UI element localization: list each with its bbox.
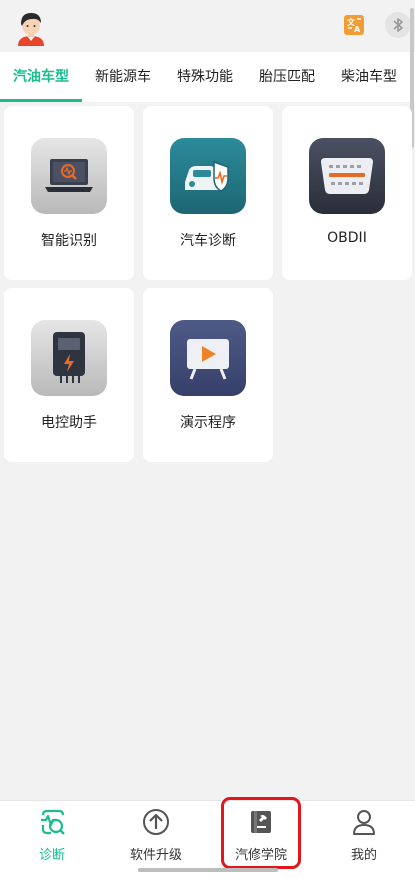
tab-diesel[interactable]: 柴油车型 xyxy=(328,52,410,102)
nav-mine[interactable]: 我的 xyxy=(314,801,414,873)
vehicle-type-tabs: 汽油车型 新能源车 特殊功能 胎压匹配 柴油车型 xyxy=(0,52,415,102)
tab-new-energy[interactable]: 新能源车 xyxy=(82,52,164,102)
bluetooth-icon[interactable] xyxy=(385,12,411,38)
nav-label: 软件升级 xyxy=(129,848,182,863)
top-bar: 文 A xyxy=(0,0,415,52)
tab-special-functions[interactable]: 特殊功能 xyxy=(164,52,246,102)
card-obdii[interactable]: OBDII xyxy=(282,106,412,280)
play-screen-icon xyxy=(170,320,246,396)
upgrade-arrow-icon xyxy=(143,809,169,835)
card-demo-program[interactable]: 演示程序 xyxy=(143,288,273,462)
user-avatar-icon[interactable] xyxy=(14,10,48,46)
tab-tpms[interactable]: 胎压匹配 xyxy=(246,52,328,102)
svg-text:A: A xyxy=(354,25,361,34)
ecu-lightning-icon xyxy=(31,320,107,396)
card-label: 电控助手 xyxy=(41,415,97,431)
translate-icon[interactable]: 文 A xyxy=(343,14,365,36)
home-indicator[interactable] xyxy=(138,868,278,872)
diagnosis-icon xyxy=(41,809,65,835)
obd-connector-icon xyxy=(309,138,385,214)
card-car-diagnosis[interactable]: 汽车诊断 xyxy=(143,106,273,280)
laptop-diagnostic-icon xyxy=(31,138,107,214)
tab-gasoline[interactable]: 汽油车型 xyxy=(0,52,82,102)
nav-diagnosis[interactable]: 诊断 xyxy=(2,801,102,873)
card-label: 汽车诊断 xyxy=(180,233,236,249)
card-ecu-assistant[interactable]: 电控助手 xyxy=(4,288,134,462)
nav-label: 诊断 xyxy=(38,848,65,863)
card-label: 演示程序 xyxy=(180,415,236,431)
nav-software-upgrade[interactable]: 软件升级 xyxy=(106,801,206,873)
card-label: OBDII xyxy=(327,230,367,246)
highlight-box xyxy=(221,797,301,869)
person-icon xyxy=(353,810,375,835)
nav-label: 我的 xyxy=(350,848,377,863)
car-shield-icon xyxy=(170,138,246,214)
card-label: 智能识别 xyxy=(41,233,97,249)
card-smart-identify[interactable]: 智能识别 xyxy=(4,106,134,280)
